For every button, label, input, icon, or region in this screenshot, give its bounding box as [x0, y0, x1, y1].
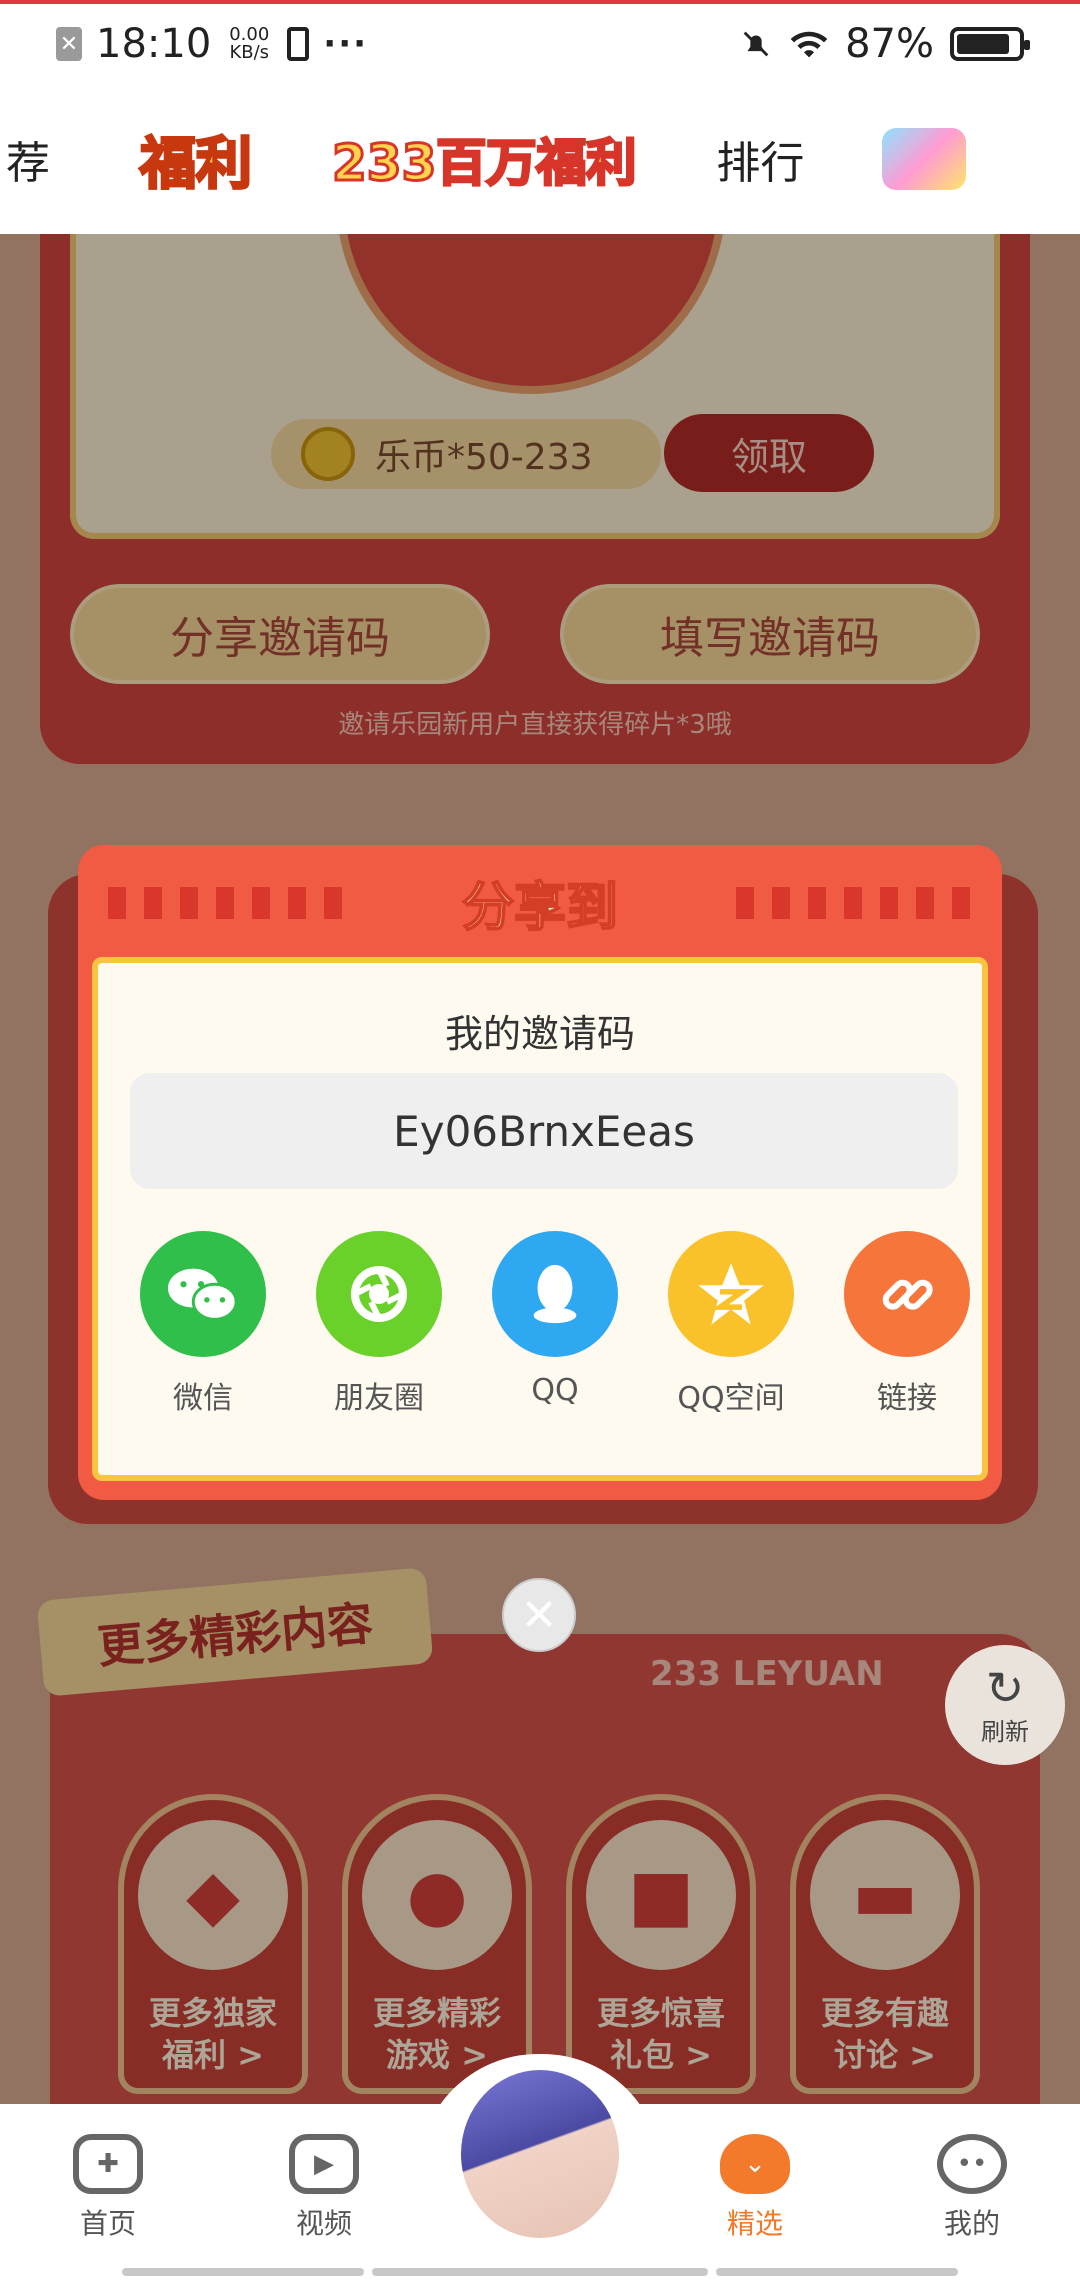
gesture-bar: [372, 2268, 708, 2276]
avatar[interactable]: [455, 2064, 625, 2244]
share-modal: 分享到 我的邀请码 Ey06BrnxEeas 微信 朋友圈 QQ QQ空间 链接: [78, 845, 1002, 1500]
gesture-bar: [122, 2268, 364, 2276]
refresh-icon: ↻: [985, 1660, 1025, 1715]
invite-code-box[interactable]: Ey06BrnxEeas: [130, 1073, 958, 1189]
battery-percent: 87%: [845, 21, 934, 67]
tab-game-logo-icon[interactable]: [882, 128, 967, 190]
tab-ranking[interactable]: 排行: [716, 127, 804, 191]
share-qq[interactable]: QQ: [490, 1231, 620, 1408]
moments-icon: [316, 1231, 442, 1357]
network-speed: 0.00 KB/s: [229, 24, 270, 63]
nav-video[interactable]: ▶ 视频: [264, 2134, 384, 2242]
tab-233-welfare[interactable]: 233百万福利: [330, 123, 637, 195]
qzone-icon: [668, 1231, 794, 1357]
share-link[interactable]: 链接: [842, 1231, 972, 1417]
modal-body: 我的邀请码 Ey06BrnxEeas 微信 朋友圈 QQ QQ空间 链接: [92, 957, 988, 1481]
notification-x-icon: ✕: [56, 27, 82, 61]
tab-welfare[interactable]: 福利: [139, 119, 254, 200]
status-time: 18:10: [96, 21, 212, 67]
status-bar: ✕ 18:10 0.00 KB/s ··· 87%: [0, 0, 1080, 84]
tab-recommend[interactable]: 荐: [6, 127, 50, 191]
qq-icon: [492, 1231, 618, 1357]
refresh-button[interactable]: ↻ 刷新: [945, 1645, 1065, 1765]
share-moments[interactable]: 朋友圈: [314, 1231, 444, 1417]
nav-profile[interactable]: •• 我的: [912, 2134, 1032, 2242]
featured-icon: ⌄: [720, 2134, 790, 2194]
wechat-icon: [140, 1231, 266, 1357]
gamepad-icon: ✚: [73, 2134, 143, 2194]
video-icon: ▶: [289, 2134, 359, 2194]
top-nav: 荐 福利 233百万福利 排行: [0, 84, 1080, 234]
refresh-label: 刷新: [981, 1717, 1029, 1746]
nav-featured[interactable]: ⌄ 精选: [695, 2134, 815, 2242]
battery-icon: [950, 27, 1030, 61]
gesture-bar: [716, 2268, 958, 2276]
bell-muted-icon: [743, 31, 769, 57]
share-qzone[interactable]: QQ空间: [666, 1231, 796, 1417]
more-dots-icon: ···: [323, 24, 369, 64]
modal-title: 分享到: [461, 877, 619, 939]
profile-icon: ••: [937, 2134, 1007, 2194]
close-icon[interactable]: ✕: [502, 1578, 576, 1652]
wifi-icon: [790, 31, 828, 58]
nav-home[interactable]: ✚ 首页: [48, 2134, 168, 2242]
link-icon: [844, 1231, 970, 1357]
invite-code-title: 我的邀请码: [444, 1012, 635, 1056]
share-wechat[interactable]: 微信: [138, 1231, 268, 1417]
phone-icon: [287, 27, 310, 61]
